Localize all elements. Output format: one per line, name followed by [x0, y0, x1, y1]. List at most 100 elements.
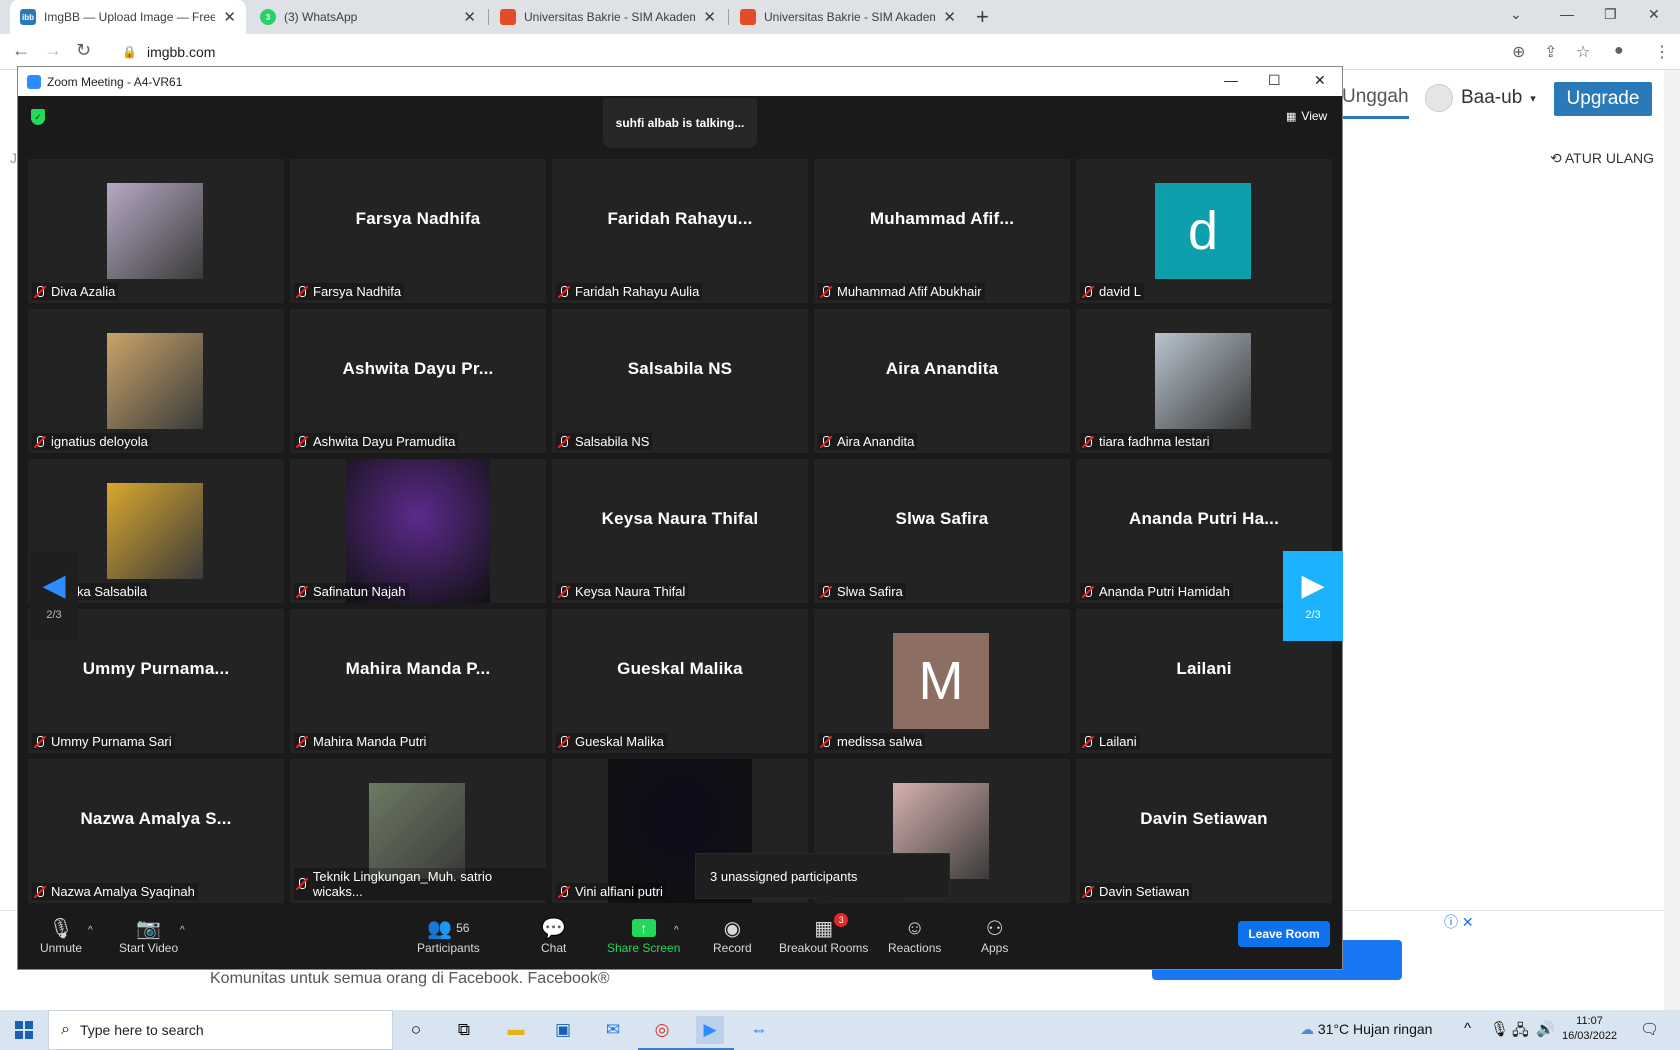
tab-whatsapp[interactable]: 3 (3) WhatsApp ✕	[250, 0, 486, 34]
participant-display-name: Lailani	[1176, 659, 1232, 678]
tab-search-chevron-icon[interactable]: ⌄	[1510, 6, 1522, 23]
participant-name-label: ignatius deloyola	[32, 433, 151, 450]
file-explorer-icon[interactable]: ▬	[502, 1016, 530, 1044]
view-button[interactable]: ▦ View	[1286, 109, 1327, 123]
muted-mic-icon	[557, 885, 571, 899]
weather-widget[interactable]: ☁ 31°C Hujan ringan	[1300, 1021, 1432, 1038]
taskbar-search-box[interactable]: ⌕ Type here to search	[48, 1010, 393, 1050]
participant-name-label: Farsya Nadhifa	[294, 283, 405, 300]
volume-icon[interactable]: 🔊	[1536, 1020, 1555, 1038]
audio-options-caret-icon[interactable]: ^	[88, 925, 93, 936]
bookmark-star-icon[interactable]: ☆	[1576, 42, 1590, 62]
mail-icon[interactable]: ✉	[599, 1016, 627, 1044]
page-scrollbar[interactable]	[1664, 70, 1680, 1010]
participant-name-label: Nazwa Amalya Syaqinah	[32, 883, 198, 900]
participant-tile[interactable]: Salsabila NS Salsabila NS	[552, 309, 808, 453]
teamviewer-icon[interactable]: ⇔	[745, 1016, 773, 1044]
forward-arrow-icon[interactable]: →	[44, 40, 62, 61]
share-icon[interactable]: ⇪	[1544, 42, 1557, 62]
address-bar[interactable]: 🔒 imgbb.com	[112, 38, 1532, 66]
close-tab-icon[interactable]: ✕	[463, 8, 476, 26]
participant-tile[interactable]: Ashwita Dayu Pr... Ashwita Dayu Pramudita	[290, 309, 546, 453]
participant-name: Mahira Manda Putri	[313, 734, 427, 749]
chat-button[interactable]: 💬 Chat	[541, 915, 566, 956]
record-button[interactable]: ◉ Record	[713, 915, 752, 956]
share-screen-button[interactable]: ↑ Share Screen	[607, 915, 680, 955]
reset-link[interactable]: ⟲ ATUR ULANG	[1550, 150, 1654, 167]
minimize-button[interactable]: —	[1560, 6, 1574, 22]
tab-divider	[728, 9, 729, 25]
participant-tile[interactable]: Slwa Safira Slwa Safira	[814, 459, 1070, 603]
muted-mic-icon	[557, 735, 571, 749]
participant-tile[interactable]: Muhammad Afif... Muhammad Afif Abukhair	[814, 159, 1070, 303]
next-page-button[interactable]: ▶ 2/3	[1283, 551, 1343, 641]
zoom-close-button[interactable]: ✕	[1314, 72, 1326, 89]
participant-tile[interactable]: Diva Azalia	[28, 159, 284, 303]
tab-sim-akademik-2[interactable]: Universitas Bakrie - SIM Akademi ✕	[730, 0, 966, 34]
task-view-icon[interactable]: ⧉	[450, 1016, 478, 1044]
upgrade-button[interactable]: Upgrade	[1554, 82, 1652, 116]
breakout-rooms-button[interactable]: ▦ 3 Breakout Rooms	[779, 913, 868, 955]
participant-tile[interactable]: Mahira Manda P... Mahira Manda Putri	[290, 609, 546, 753]
participant-tile[interactable]: Faridah Rahayu... Faridah Rahayu Aulia	[552, 159, 808, 303]
share-options-caret-icon[interactable]: ^	[674, 925, 679, 936]
participant-tile[interactable]: Mmedissa salwa	[814, 609, 1070, 753]
close-tab-icon[interactable]: ✕	[703, 8, 716, 26]
taskbar-clock[interactable]: 11:07 16/03/2022	[1562, 1014, 1617, 1044]
notifications-icon[interactable]: 🗨	[1640, 1020, 1659, 1038]
restore-button[interactable]: ❐	[1604, 6, 1617, 23]
participant-tile[interactable]: Aira Anandita Aira Anandita	[814, 309, 1070, 453]
participant-tile[interactable]: ignatius deloyola	[28, 309, 284, 453]
apps-label: Apps	[981, 941, 1009, 955]
video-options-caret-icon[interactable]: ^	[180, 925, 185, 936]
apps-button[interactable]: ⚇ Apps	[981, 915, 1009, 956]
participant-tile[interactable]: Davin Setiawan Davin Setiawan	[1076, 759, 1332, 903]
network-icon[interactable]: 🖧	[1512, 1020, 1529, 1045]
profile-icon[interactable]: ●	[1614, 42, 1624, 60]
participants-button[interactable]: 👥 56 Participants	[417, 915, 480, 956]
participant-tile[interactable]: Keysa Naura Thifal Keysa Naura Thifal	[552, 459, 808, 603]
participant-tile[interactable]: Nazwa Amalya S... Nazwa Amalya Syaqinah	[28, 759, 284, 903]
cortana-icon[interactable]: ○	[402, 1016, 430, 1044]
zoom-app-icon[interactable]: ▶	[686, 1016, 734, 1050]
back-arrow-icon[interactable]: ←	[12, 40, 30, 61]
unmute-button[interactable]: 🎙 Unmute	[40, 915, 82, 956]
close-tab-icon[interactable]: ✕	[943, 8, 956, 26]
participant-display-name: Ananda Putri Ha...	[1128, 509, 1279, 528]
zoom-maximize-button[interactable]: ☐	[1268, 72, 1281, 89]
participant-tile[interactable]: Farsya Nadhifa Farsya Nadhifa	[290, 159, 546, 303]
reactions-button[interactable]: ☺ Reactions	[888, 915, 941, 956]
ad-info-icon[interactable]: ⓘ ✕	[1444, 912, 1474, 932]
participant-tile[interactable]: d david L	[1076, 159, 1332, 303]
upload-tab[interactable]: Unggah	[1342, 86, 1409, 119]
menu-dots-icon[interactable]: ⋮	[1654, 42, 1670, 62]
participant-tile[interactable]: Safinatun Najah	[290, 459, 546, 603]
store-icon[interactable]: ▣	[549, 1016, 577, 1044]
tray-chevron-icon[interactable]: ^	[1464, 1020, 1471, 1037]
previous-page-button[interactable]: ◀ 2/3	[30, 551, 78, 641]
chrome-icon[interactable]: ◎	[638, 1016, 686, 1050]
zoom-minimize-button[interactable]: —	[1224, 72, 1238, 88]
encryption-shield-icon[interactable]: ✓	[31, 109, 45, 125]
start-video-button[interactable]: 📷 Start Video	[119, 915, 178, 956]
reactions-icon: ☺	[904, 916, 925, 939]
participant-tile[interactable]: Teknik Lingkungan_Muh. satrio wicaks...	[290, 759, 546, 903]
cloud-rain-icon: ☁	[1300, 1021, 1314, 1037]
muted-mic-icon	[295, 735, 309, 749]
close-window-button[interactable]: ✕	[1648, 6, 1660, 23]
zoom-icon[interactable]: ⊕	[1512, 42, 1525, 62]
participant-tile[interactable]: Gueskal Malika Gueskal Malika	[552, 609, 808, 753]
start-button[interactable]	[0, 1010, 48, 1050]
microphone-icon[interactable]: 🎙	[1490, 1020, 1509, 1038]
tab-title: (3) WhatsApp	[284, 10, 358, 24]
active-speaker-banner: suhfi albab is talking...	[603, 98, 757, 148]
new-tab-button[interactable]: +	[976, 4, 989, 30]
tab-sim-akademik-1[interactable]: Universitas Bakrie - SIM Akademi ✕	[490, 0, 726, 34]
leave-room-button[interactable]: Leave Room	[1238, 921, 1330, 947]
reload-icon[interactable]: ↻	[76, 40, 91, 61]
close-tab-icon[interactable]: ✕	[223, 8, 236, 26]
tab-imgbb[interactable]: ibb ImgBB — Upload Image — Free Ima ✕	[10, 0, 246, 34]
participant-display-name: Gueskal Malika	[617, 659, 743, 678]
participant-tile[interactable]: tiara fadhma lestari	[1076, 309, 1332, 453]
user-menu[interactable]: Baa-ub ▾	[1425, 84, 1536, 112]
